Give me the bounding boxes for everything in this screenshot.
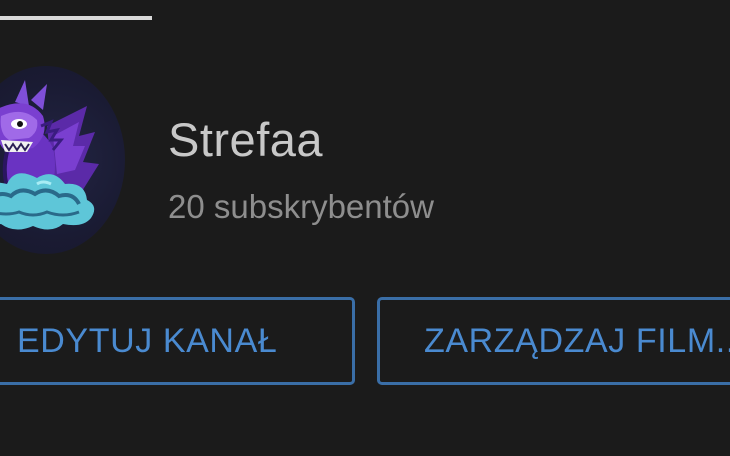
channel-avatar[interactable] — [0, 66, 125, 254]
channel-name: Strefaa — [168, 113, 324, 166]
manage-videos-button[interactable]: ZARZĄDZAJ FILM... — [377, 297, 730, 385]
edit-channel-button[interactable]: EDYTUJ KANAŁ — [0, 297, 355, 385]
active-tab-indicator — [0, 16, 152, 20]
subscriber-count: 20 subskrybentów — [168, 188, 434, 225]
channel-screen: Strefaa 20 subskrybentów EDYTUJ KANAŁ ZA… — [0, 0, 730, 456]
dragon-avatar-icon — [0, 80, 99, 230]
